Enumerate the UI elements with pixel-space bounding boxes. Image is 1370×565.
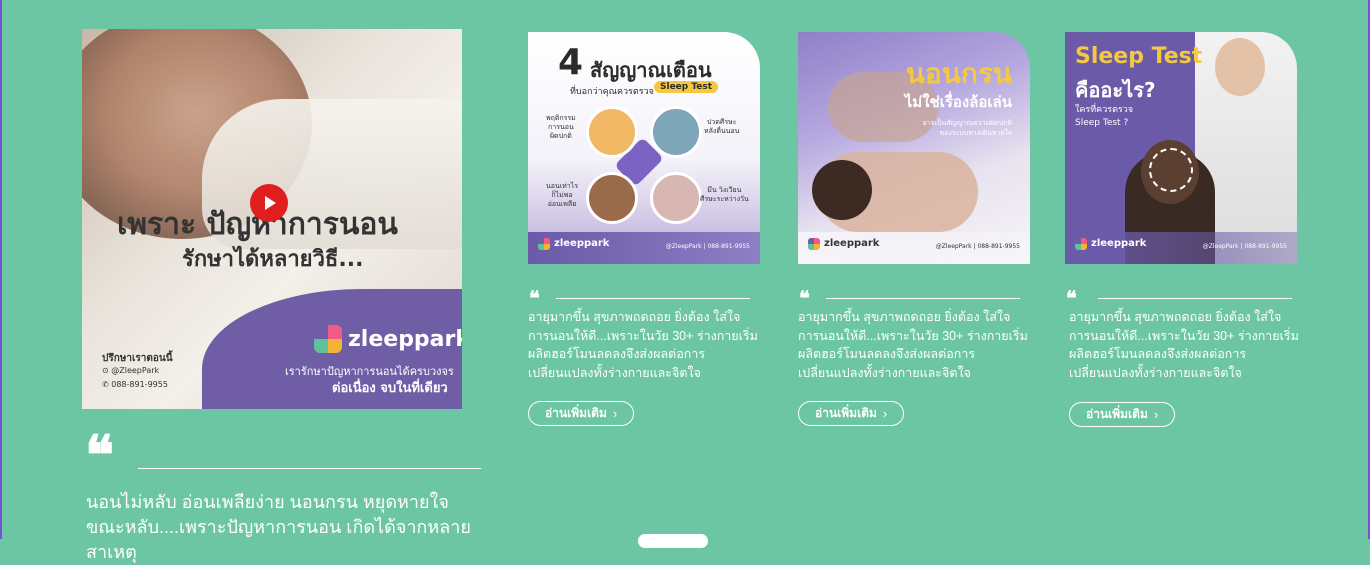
featured-video-thumbnail[interactable]: เพราะ ปัญหาการนอน รักษาได้หลายวิธี... zl… — [82, 29, 462, 409]
read-more-label: อ่านเพิ่มเติม — [1086, 407, 1148, 421]
zleeppark-logo-icon — [314, 325, 342, 353]
sensor-wires-shape — [1149, 148, 1193, 192]
divider-line — [1098, 298, 1292, 299]
contact-phone: ✆ 088-891-9955 — [102, 380, 168, 389]
article-card: 4 สัญญาณเตือน ที่บอกว่าคุณควรตรวจ Sleep … — [528, 32, 760, 426]
youtube-play-icon[interactable] — [250, 184, 288, 222]
featured-brand: zleeppark — [348, 327, 462, 352]
pagination-indicator[interactable] — [638, 534, 708, 548]
contact-title: ปรึกษาเราตอนนี้ — [102, 353, 173, 364]
article-thumbnail[interactable]: Sleep Test คืออะไร? ใครที่ควรตรวจ Sleep … — [1065, 32, 1297, 264]
read-more-button[interactable]: อ่านเพิ่มเติม › — [798, 401, 905, 426]
thumb-caption: อาจเป็นสัญญาณความผิดปกติ ของระบบทางเดินห… — [922, 119, 1012, 137]
thumb-title: Sleep Test — [1075, 44, 1203, 69]
contact-facebook: ⊙ @ZleepPark — [102, 366, 160, 375]
featured-headline-2: รักษาได้หลายวิธี... — [182, 247, 364, 272]
thumb-caption: ใครที่ควรตรวจ Sleep Test ? — [1075, 105, 1134, 128]
thumb-number: 4 — [558, 42, 584, 83]
read-more-label: อ่านเพิ่มเติม — [815, 406, 877, 420]
thumb-logo: zleeppark — [824, 238, 880, 249]
symptom-image-1 — [586, 106, 638, 158]
thumb-subtitle: ที่บอกว่าคุณควรตรวจ — [570, 87, 654, 97]
featured-tagline-2: ต่อเนื่อง จบในที่เดียว — [332, 381, 448, 396]
doctor-head-shape — [1215, 38, 1265, 96]
thumb-logo: zleeppark — [1091, 238, 1147, 249]
zleeppark-logo-icon — [808, 238, 820, 250]
quote-icon: ❝ — [85, 423, 115, 487]
read-more-button[interactable]: อ่านเพิ่มเติม › — [528, 401, 635, 426]
article-excerpt: อายุมากขึ้น สุขภาพถดถอย ยิ่งต้อง ใส่ใจกา… — [1069, 310, 1299, 380]
thumb-subtitle: คืออะไร? — [1075, 78, 1156, 102]
thumb-footer: @ZleepPark | 088-891-9955 — [935, 243, 1020, 250]
symptom-label-2: ปวดศีรษะ หลังตื่นนอน — [704, 118, 740, 135]
woman-hair-shape — [812, 160, 872, 220]
chevron-right-icon: › — [882, 406, 888, 421]
thumb-footer: @ZleepPark | 088-891-9955 — [1202, 243, 1287, 250]
symptom-image-3 — [586, 172, 638, 224]
divider-line — [138, 468, 481, 469]
symptom-image-2 — [650, 106, 702, 158]
symptom-label-1: พฤติกรรม การนอน ผิดปกติ — [546, 114, 576, 140]
article-card: นอนกรน ไม่ใช่เรื่องล้อเล่น อาจเป็นสัญญาณ… — [798, 32, 1030, 426]
article-excerpt: อายุมากขึ้น สุขภาพถดถอย ยิ่งต้อง ใส่ใจกา… — [528, 310, 758, 380]
divider-line — [826, 298, 1020, 299]
article-excerpt: อายุมากขึ้น สุขภาพถดถอย ยิ่งต้อง ใส่ใจกา… — [798, 310, 1028, 380]
read-more-button[interactable]: อ่านเพิ่มเติม › — [1069, 402, 1176, 427]
chevron-right-icon: › — [1153, 407, 1159, 422]
quote-icon: ❝ — [1066, 286, 1077, 310]
thumb-pill: Sleep Test — [654, 81, 719, 93]
read-more-label: อ่านเพิ่มเติม — [545, 406, 607, 420]
symptom-image-4 — [650, 172, 702, 224]
symptom-label-3: นอนเท่าไร ก็ไม่พอ อ่อนเพลีย — [546, 182, 578, 208]
quote-icon: ❝ — [529, 286, 540, 310]
thumb-footer: @ZleepPark | 088-891-9955 — [665, 243, 750, 250]
quote-icon: ❝ — [799, 286, 810, 310]
thumb-logo: zleeppark — [554, 238, 610, 249]
divider-line — [556, 298, 750, 299]
article-card: Sleep Test คืออะไร? ใครที่ควรตรวจ Sleep … — [1065, 32, 1299, 427]
chevron-right-icon: › — [612, 406, 618, 421]
featured-description: นอนไม่หลับ อ่อนเพลียง่าย นอนกรน หยุดหายใ… — [86, 492, 471, 562]
article-thumbnail[interactable]: 4 สัญญาณเตือน ที่บอกว่าคุณควรตรวจ Sleep … — [528, 32, 760, 264]
article-thumbnail[interactable]: นอนกรน ไม่ใช่เรื่องล้อเล่น อาจเป็นสัญญาณ… — [798, 32, 1030, 264]
symptom-label-4: มึน วิงเวียน ศีรษะระหว่างวัน — [700, 186, 749, 203]
zleeppark-logo-icon — [538, 238, 550, 250]
zleeppark-logo-icon — [1075, 238, 1087, 250]
thumb-subtitle: ไม่ใช่เรื่องล้อเล่น — [904, 93, 1012, 111]
